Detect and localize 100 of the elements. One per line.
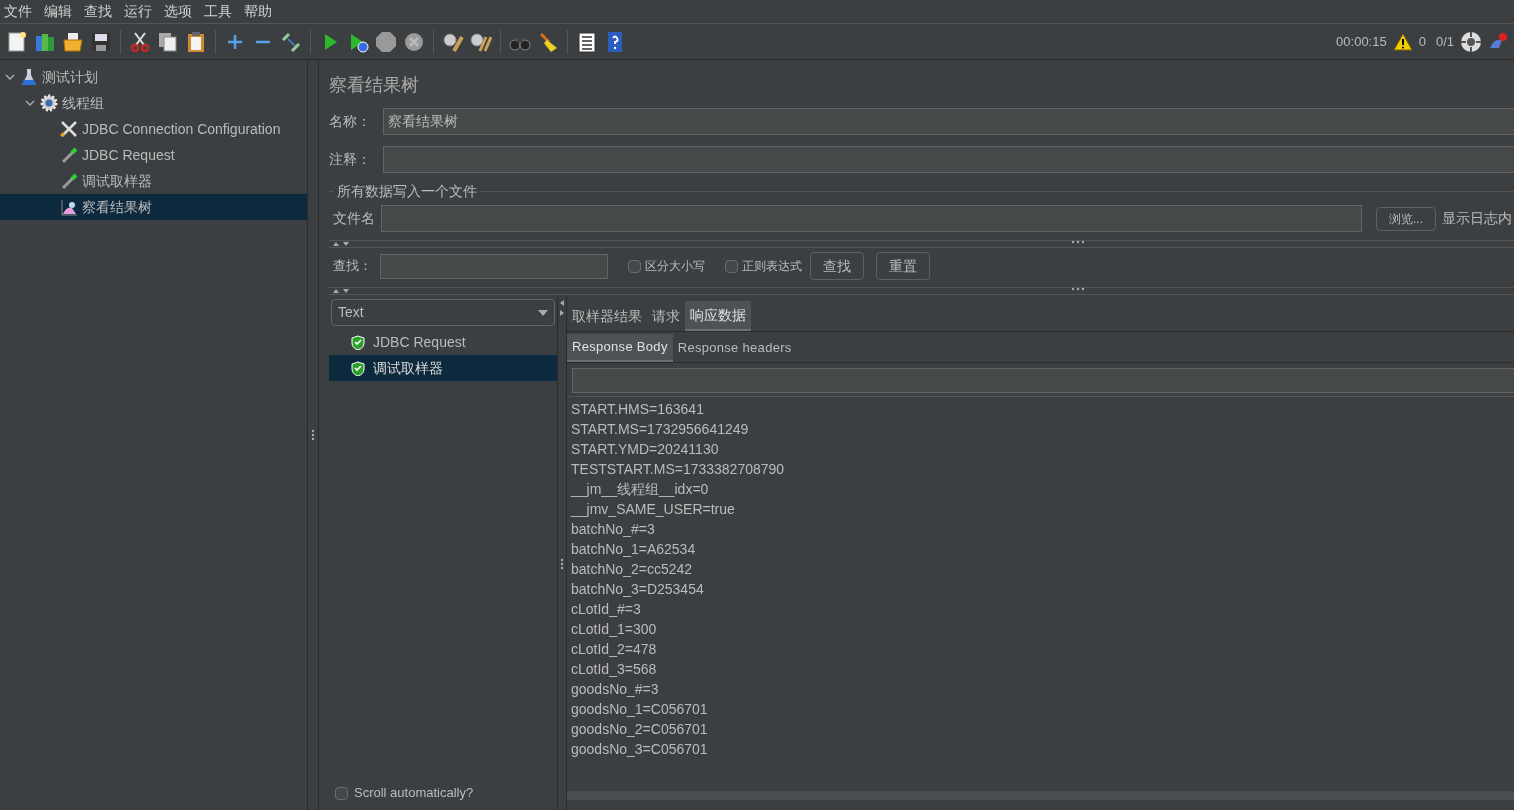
menu-item[interactable]: 运行 <box>124 1 152 22</box>
gear-wheel-icon[interactable] <box>1460 30 1482 53</box>
menu-item[interactable]: 编辑 <box>44 1 72 22</box>
flask-icon <box>20 68 38 86</box>
tab[interactable]: 响应数据 <box>685 301 751 331</box>
folder-icon[interactable] <box>62 30 84 53</box>
response-line: TESTSTART.MS=1733382708790 <box>571 460 786 479</box>
response-line: cLotId_#=3 <box>571 600 642 619</box>
input-field[interactable] <box>381 205 1362 232</box>
renderer-dropdown[interactable]: Text <box>331 299 555 326</box>
grip-icon[interactable] <box>1071 240 1085 244</box>
tree-item-label: 线程组 <box>62 93 104 113</box>
reset-button[interactable]: 重置 <box>876 252 930 280</box>
menu-item[interactable]: 查找 <box>84 1 112 22</box>
sample-label: JDBC Request <box>373 332 466 352</box>
field-label: 名称： <box>329 112 372 131</box>
tree-item[interactable]: 测试计划 <box>0 64 307 90</box>
tree-item[interactable]: JDBC Request <box>0 142 307 168</box>
field-label: 注释： <box>329 150 372 169</box>
response-line: __jm__线程组__idx=0 <box>571 480 710 499</box>
gear-icon <box>40 94 58 112</box>
copy-icon[interactable] <box>157 30 179 53</box>
droppers-icon[interactable] <box>280 30 302 53</box>
tree-item-label: 察看结果树 <box>82 197 152 217</box>
checkbox[interactable] <box>725 259 738 273</box>
checkbox-label: 区分大小写 <box>645 258 705 275</box>
grip-icon[interactable] <box>1071 287 1085 291</box>
x-circle-icon[interactable] <box>403 30 425 53</box>
response-line: batchNo_#=3 <box>571 520 656 539</box>
response-line: cLotId_2=478 <box>571 640 658 659</box>
tree-item[interactable]: 线程组 <box>0 90 307 116</box>
chart-icon <box>60 198 78 216</box>
checkbox[interactable] <box>335 786 348 800</box>
response-line: __jmv_SAME_USER=true <box>571 500 736 519</box>
checkbox[interactable] <box>628 259 641 273</box>
horizontal-scrollbar[interactable] <box>567 791 1514 800</box>
field-label: 文件名 <box>333 209 375 228</box>
collapse-arrows-icon[interactable] <box>331 288 351 294</box>
gear-brooms-icon[interactable] <box>470 30 492 53</box>
tab[interactable]: Response Body <box>567 334 673 362</box>
caret-down-icon[interactable] <box>538 309 548 316</box>
sample-item[interactable]: 调试取样器 <box>329 355 557 381</box>
scissors-icon[interactable] <box>129 30 151 53</box>
dropper-icon <box>60 172 78 190</box>
menu-item[interactable]: 选项 <box>164 1 192 22</box>
chevron-down-icon[interactable] <box>24 97 36 109</box>
response-line: START.HMS=163641 <box>571 400 705 419</box>
response-line: cLotId_3=568 <box>571 660 658 679</box>
arrows-icon[interactable] <box>559 299 565 317</box>
sample-item[interactable]: JDBC Request <box>329 329 557 355</box>
checkbox-label: 正则表达式 <box>742 258 802 275</box>
stop-icon[interactable] <box>375 30 397 53</box>
clipboard-icon[interactable] <box>185 30 207 53</box>
response-line: goodsNo_1=C056701 <box>571 700 709 719</box>
tab[interactable]: 取样器结果 <box>567 301 647 331</box>
input-field[interactable]: 察看结果树 <box>383 108 1514 135</box>
field-label: 显示日志内 <box>1442 209 1513 228</box>
grip-icon[interactable] <box>311 429 315 441</box>
thread-count: 0/1 <box>1435 32 1454 51</box>
field-label: 查找： <box>333 257 372 276</box>
sample-label: 调试取样器 <box>373 358 443 378</box>
menu-item[interactable]: 工具 <box>204 1 232 22</box>
chevron-down-icon[interactable] <box>4 71 16 83</box>
response-line: START.MS=1732956641249 <box>571 420 750 439</box>
dropper-icon <box>60 146 78 164</box>
response-line: goodsNo_3=C056701 <box>571 740 709 759</box>
tree-item-label: JDBC Connection Configuration <box>82 119 281 139</box>
wrench-screwdriver-icon <box>60 120 78 138</box>
find-button[interactable]: 查找 <box>810 252 864 280</box>
search-field[interactable] <box>380 253 608 279</box>
tree-item[interactable]: JDBC Connection Configuration <box>0 116 307 142</box>
menu-item[interactable]: 文件 <box>4 1 32 22</box>
response-line: cLotId_1=300 <box>571 620 658 639</box>
input-field[interactable] <box>572 368 1514 393</box>
tree-item[interactable]: 察看结果树 <box>0 194 307 220</box>
response-line: batchNo_3=D253454 <box>571 580 705 599</box>
response-line: batchNo_2=cc5242 <box>571 560 694 579</box>
warning-count: 0 <box>1418 32 1426 51</box>
warning-icon[interactable] <box>1392 32 1413 51</box>
tab[interactable]: Response headers <box>672 334 797 362</box>
checkbox-label: Scroll automatically? <box>354 784 474 803</box>
response-line: goodsNo_2=C056701 <box>571 720 709 739</box>
grip-icon[interactable] <box>560 557 564 570</box>
tab[interactable]: 请求 <box>647 301 685 331</box>
response-line: batchNo_1=A62534 <box>571 540 697 559</box>
collapse-arrows-icon[interactable] <box>331 241 351 247</box>
panel-title: 察看结果树 <box>329 74 420 97</box>
list-icon[interactable] <box>576 30 598 53</box>
broom-icon[interactable] <box>537 30 559 53</box>
tree-item-label: 测试计划 <box>42 67 98 87</box>
tree-item[interactable]: 调试取样器 <box>0 168 307 194</box>
menu-item[interactable]: 帮助 <box>244 1 272 22</box>
input-field[interactable] <box>383 146 1514 173</box>
section-title: 所有数据写入一个文件 <box>337 182 477 201</box>
response-line: goodsNo_#=3 <box>571 680 660 699</box>
new-document-icon[interactable] <box>6 30 28 53</box>
tree-item-label: 调试取样器 <box>82 171 152 191</box>
browse-button[interactable]: 浏览... <box>1376 206 1436 231</box>
tree-item-label: JDBC Request <box>82 145 175 165</box>
gear-broom-icon[interactable] <box>442 30 464 53</box>
